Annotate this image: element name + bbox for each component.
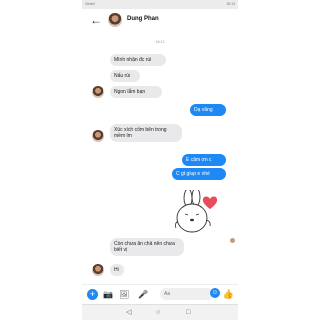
message-bubble[interactable]: Hi	[110, 264, 124, 276]
nav-bar: ◁ ○ □	[82, 304, 238, 320]
heart-icon	[202, 196, 218, 209]
timestamp: 18:12	[155, 40, 165, 44]
status-bar: Viettel 18:13	[82, 0, 238, 9]
emoji-icon[interactable]: ☺	[210, 288, 220, 298]
nav-recents-icon[interactable]: □	[186, 308, 190, 318]
message-bubble[interactable]: Nấu rùi	[110, 70, 140, 82]
message-list: 18:12 Mình nhận đc rùi Nấu rùi Ngon lắm …	[82, 32, 238, 284]
message-bubble[interactable]: Còn chưa ăn chả nên chưa biết vị	[110, 238, 184, 256]
status-time: 18:13	[226, 2, 235, 6]
plus-icon[interactable]: +	[87, 289, 98, 300]
message-bubble[interactable]: Ngon lắm bạn	[110, 86, 162, 98]
contact-name[interactable]: Dung Phan	[127, 16, 159, 22]
message-input[interactable]	[160, 288, 214, 300]
like-icon[interactable]: 👍	[223, 288, 234, 300]
message-bubble[interactable]: E cảm ơn c	[182, 154, 226, 166]
avatar[interactable]	[92, 130, 104, 142]
message-bubble[interactable]: C gt giup e nhé	[172, 168, 226, 180]
composer: + 📷 🖼 🎤 ☺ 👍	[82, 284, 238, 305]
message-bubble[interactable]: Xúc xích cốm bên trong mềm lm	[110, 124, 182, 142]
status-carrier: Viettel	[85, 2, 95, 6]
gallery-icon[interactable]: 🖼	[119, 289, 129, 300]
mic-icon[interactable]: 🎤	[138, 289, 148, 300]
back-icon[interactable]: ←	[90, 12, 102, 28]
chat-header: ← Dung Phan	[82, 9, 238, 33]
avatar[interactable]	[92, 86, 104, 98]
bunny-sticker[interactable]	[170, 190, 218, 238]
camera-icon[interactable]: 📷	[103, 289, 113, 300]
message-bubble[interactable]: Mình nhận đc rùi	[110, 54, 166, 66]
nav-back-icon[interactable]: ◁	[126, 308, 131, 318]
seen-avatar	[230, 238, 235, 243]
screen: Viettel 18:13 ← Dung Phan 18:12 Mình nhậ…	[0, 0, 320, 320]
message-bubble[interactable]: Dạ vâng	[190, 104, 226, 116]
avatar[interactable]	[92, 264, 104, 276]
avatar[interactable]	[108, 13, 122, 27]
nav-home-icon[interactable]: ○	[156, 308, 160, 318]
